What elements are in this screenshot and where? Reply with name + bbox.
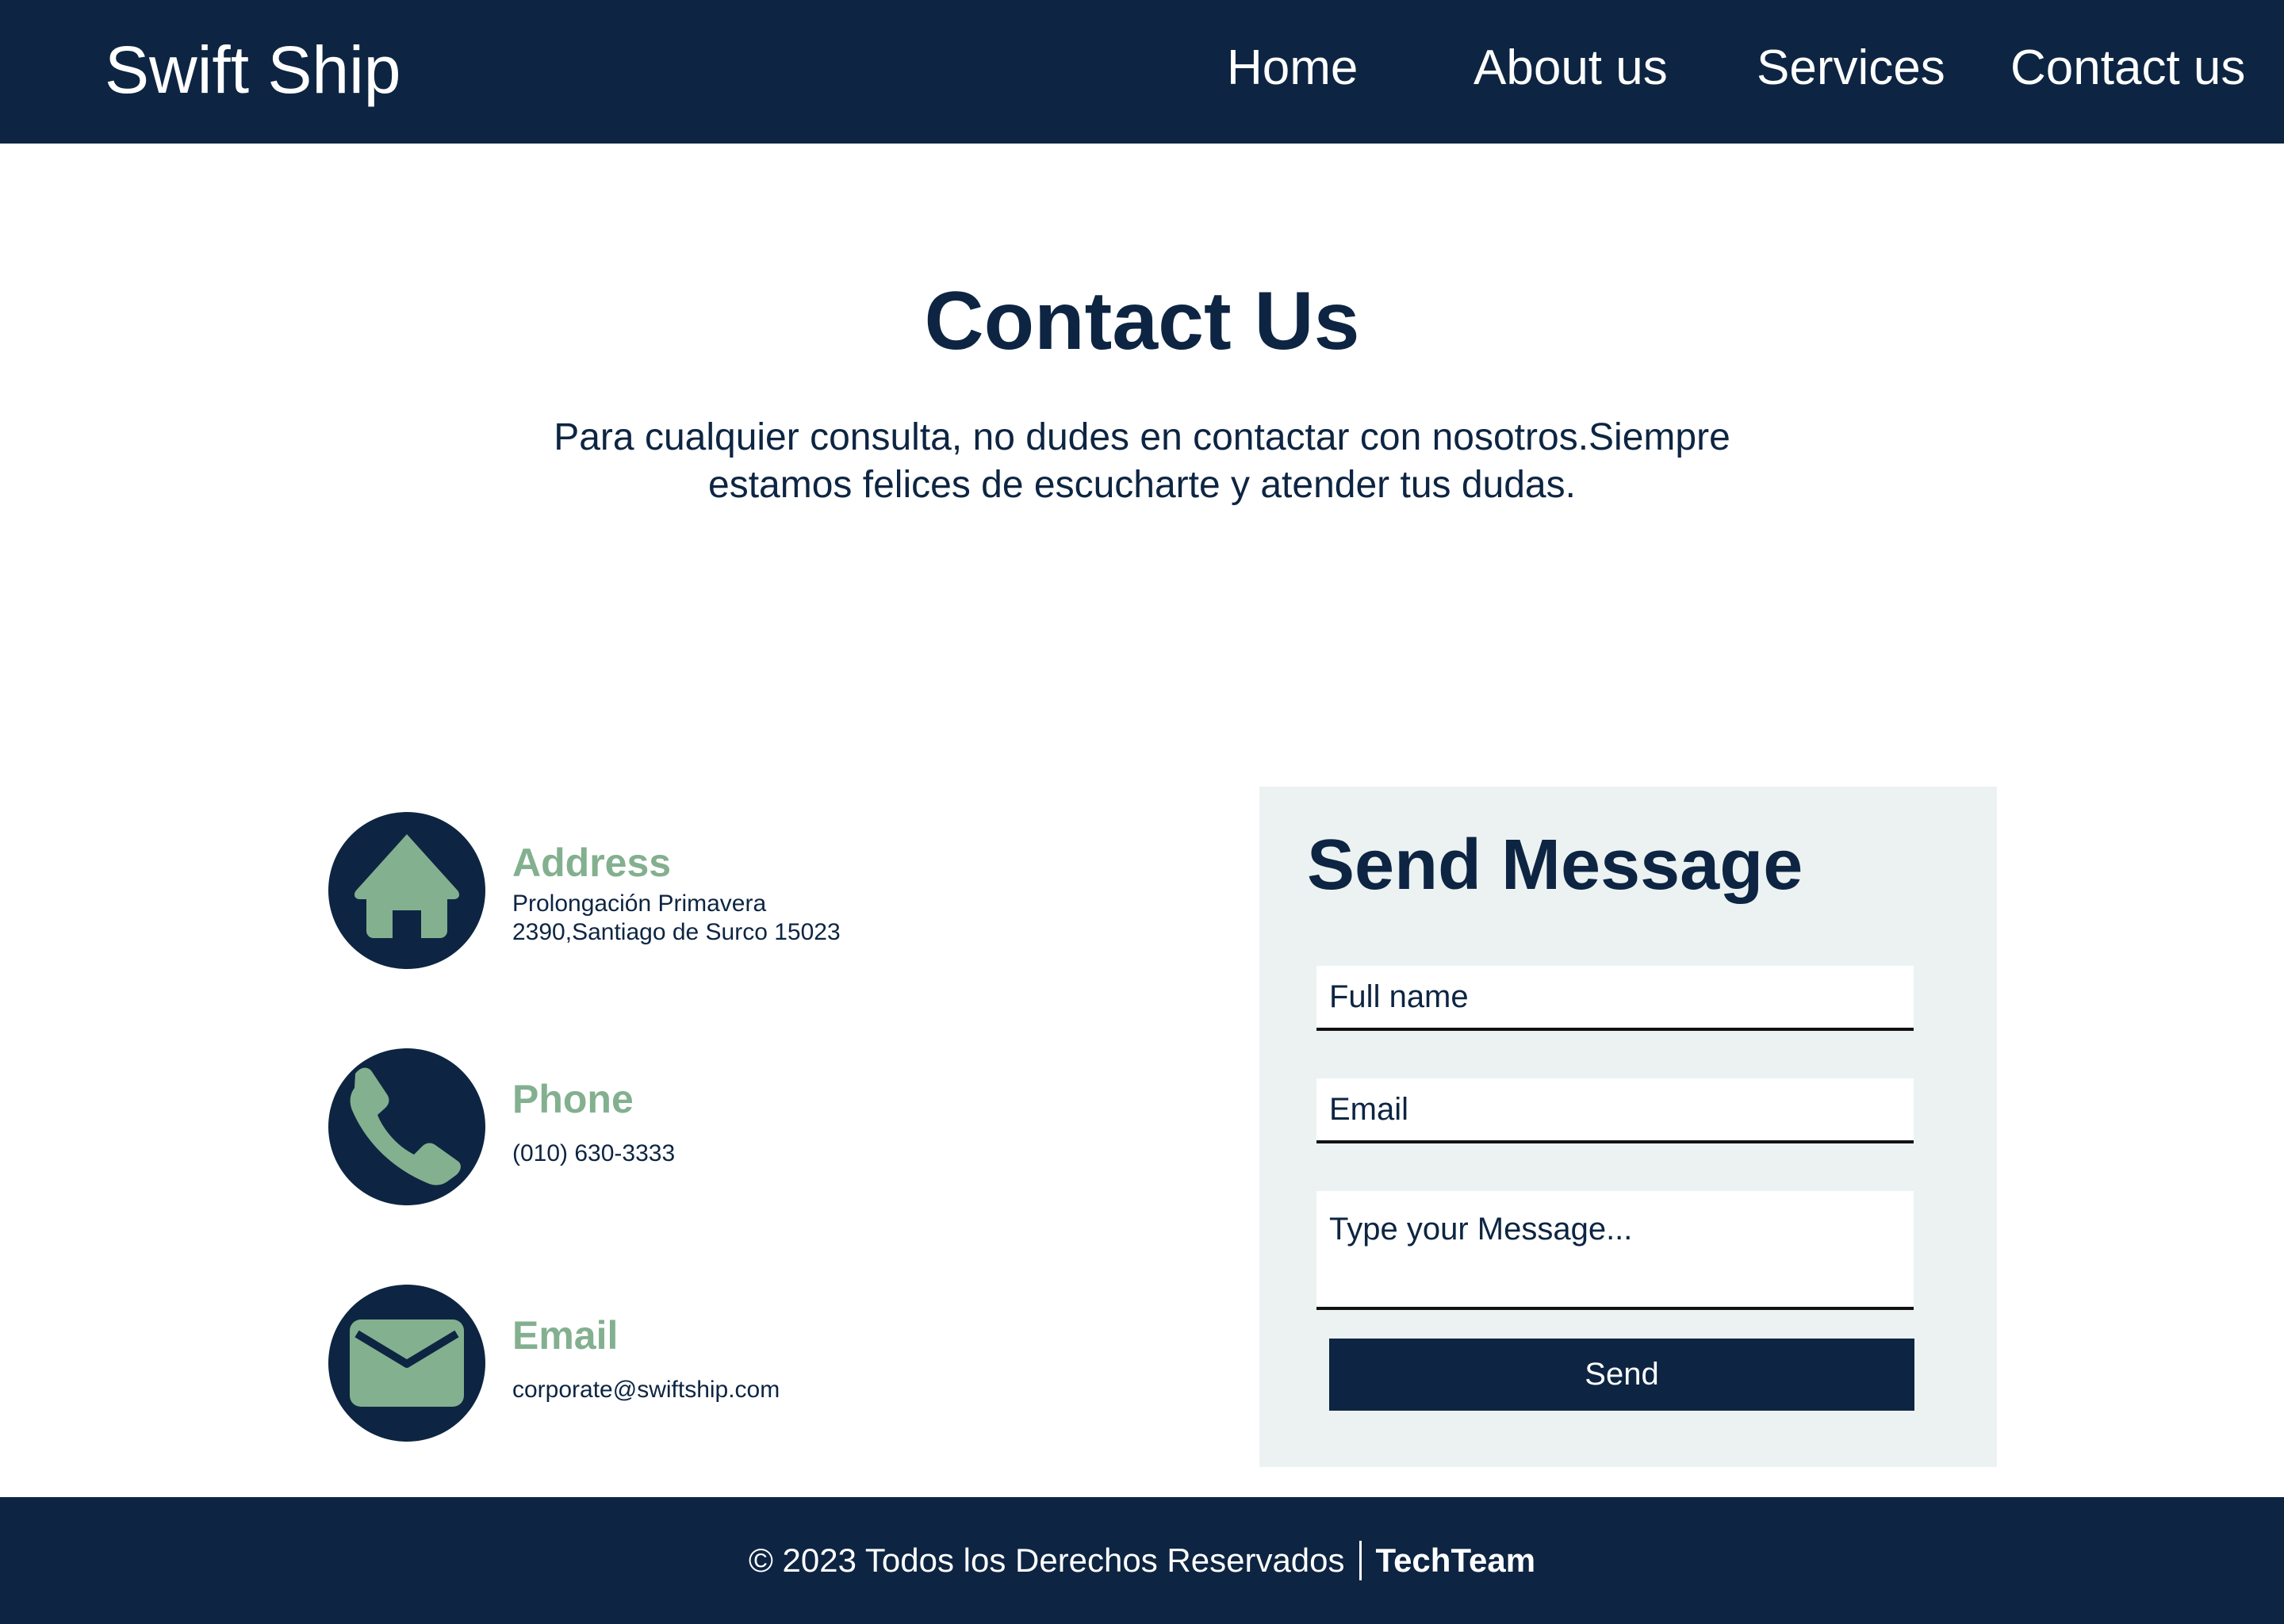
site-header: Swift Ship Home About us Services Contac… [0,0,2284,144]
footer-divider [1359,1541,1362,1580]
footer-team: TechTeam [1375,1542,1536,1579]
intro-line-2: estamos felices de escucharte y atender … [708,464,1576,506]
phone-icon [350,1067,461,1185]
email-label: Email [512,1313,619,1358]
intro-line-1: Para cualquier consulta, no dudes en con… [554,416,1730,458]
address-line-1: Prolongación Primavera [512,891,767,917]
fullname-input[interactable] [1316,966,1914,1031]
phone-value[interactable]: (010) 630-3333 [512,1139,675,1168]
phone-icon-badge [328,1048,485,1205]
page-intro: Para cualquier consulta, no dudes en con… [428,414,1856,509]
email-value[interactable]: corporate@swiftship.com [512,1376,780,1404]
nav-home[interactable]: Home [1227,36,1358,100]
form-title: Send Message [1307,825,1803,905]
footer-line: © 2023 Todos los Derechos Reservados Tec… [0,1497,2284,1624]
address-line-2: 2390,Santiago de Surco 15023 [512,919,841,945]
home-icon [354,834,460,938]
nav-services[interactable]: Services [1757,36,1945,100]
address-label: Address [512,841,672,885]
email-icon-badge [328,1285,485,1442]
send-message-form: Send Message Send [1259,787,1997,1467]
email-input[interactable] [1316,1078,1914,1143]
message-textarea[interactable] [1316,1191,1914,1310]
nav-contact-us[interactable]: Contact us [2010,36,2245,100]
brand-logo[interactable]: Swift Ship [105,30,401,109]
envelope-icon [350,1320,464,1407]
footer-copyright: © 2023 Todos los Derechos Reservados [748,1542,1345,1579]
phone-label: Phone [512,1077,634,1121]
site-footer: © 2023 Todos los Derechos Reservados Tec… [0,1497,2284,1624]
send-button[interactable]: Send [1329,1339,1914,1411]
address-icon-badge [328,812,485,969]
nav-about-us[interactable]: About us [1473,36,1668,100]
page-title: Contact Us [924,275,1360,367]
